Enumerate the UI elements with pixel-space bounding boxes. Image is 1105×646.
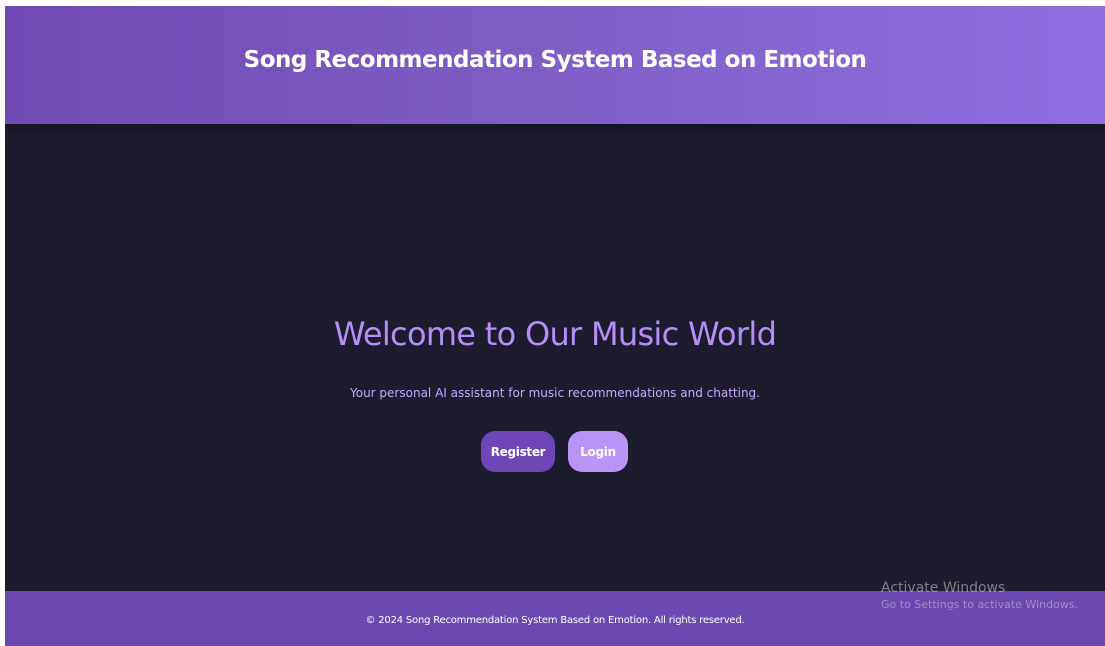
site-title: Song Recommendation System Based on Emot…: [243, 47, 867, 73]
welcome-heading: Welcome to Our Music World: [333, 315, 777, 353]
hero-section: Welcome to Our Music World Your personal…: [5, 124, 1105, 591]
login-button[interactable]: Login: [568, 431, 628, 472]
site-header: Song Recommendation System Based on Emot…: [5, 6, 1105, 124]
register-button[interactable]: Register: [481, 431, 555, 472]
tagline-text: Your personal AI assistant for music rec…: [350, 386, 760, 400]
copyright-text: © 2024 Song Recommendation System Based …: [365, 615, 745, 626]
activate-windows-watermark: Activate Windows Go to Settings to activ…: [881, 579, 1078, 613]
app-frame: Song Recommendation System Based on Emot…: [5, 6, 1105, 646]
watermark-subtitle: Go to Settings to activate Windows.: [881, 598, 1079, 611]
watermark-title: Activate Windows: [881, 580, 1006, 596]
